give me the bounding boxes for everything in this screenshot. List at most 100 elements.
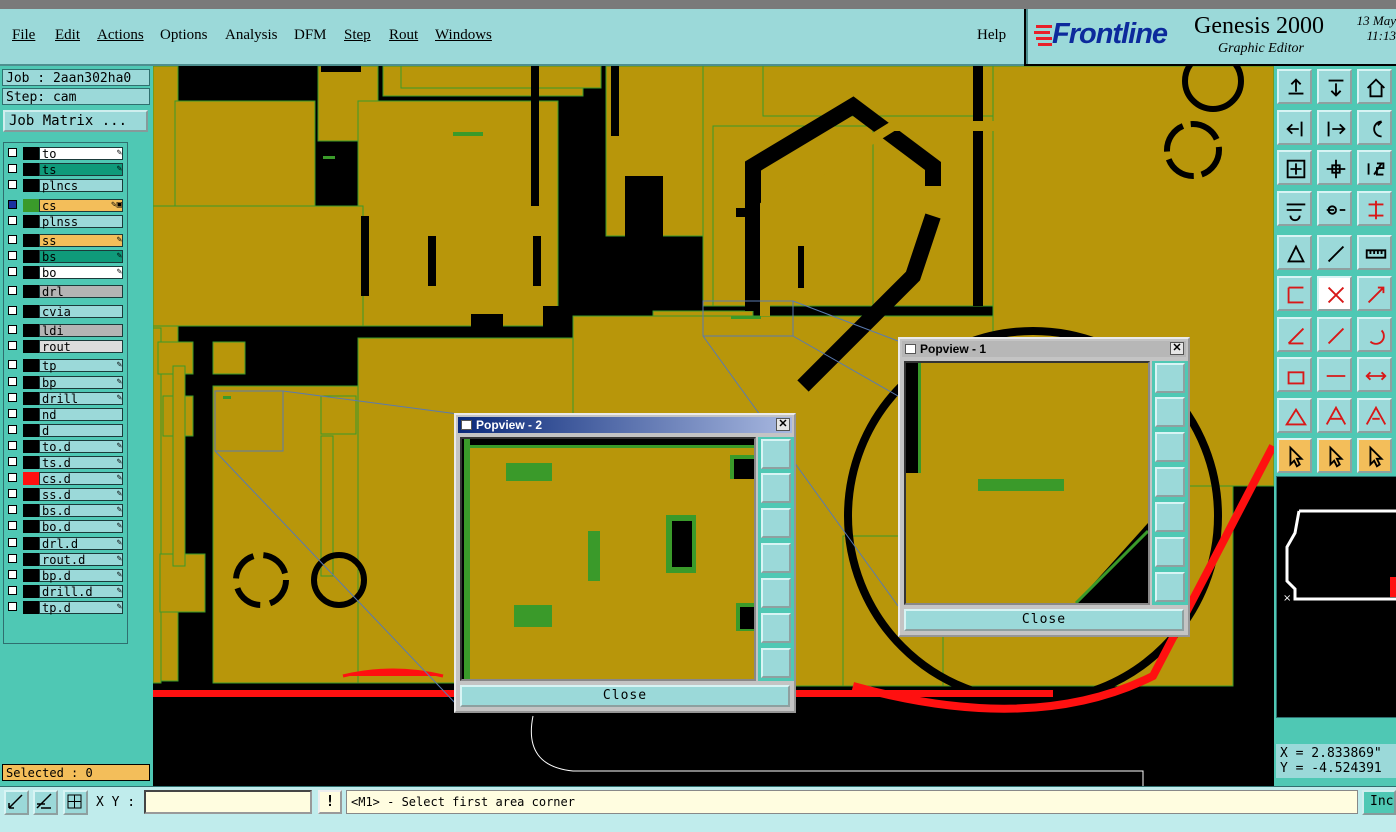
layer-color-swatch[interactable] xyxy=(23,198,39,212)
layer-name[interactable]: cs.d xyxy=(39,472,123,486)
layer-name[interactable]: drill xyxy=(39,391,123,405)
layer-name[interactable]: ss.d xyxy=(39,488,123,502)
layer-color-swatch[interactable] xyxy=(23,520,39,534)
layer-name[interactable]: drill.d xyxy=(39,584,123,598)
layer-checkbox[interactable] xyxy=(8,376,17,386)
layer-row-ss-d[interactable]: ss.d ✎ xyxy=(6,488,124,502)
layer-checkbox[interactable] xyxy=(8,408,17,418)
menu-windows[interactable]: Windows xyxy=(435,27,492,44)
layer-row-bp-d[interactable]: bp.d ✎ xyxy=(6,568,124,582)
zoom-1-2-button[interactable] xyxy=(1357,150,1392,186)
pv2-zoom-out-button[interactable] xyxy=(761,648,791,678)
zoom-fit-button[interactable] xyxy=(1277,150,1312,186)
select-rect-button[interactable] xyxy=(1277,357,1312,393)
layer-name[interactable]: d xyxy=(39,423,123,437)
pointer-box-button[interactable] xyxy=(1317,438,1352,474)
layer-color-swatch[interactable] xyxy=(23,488,39,502)
layer-row-tp[interactable]: tp ✎ xyxy=(6,359,124,373)
layer-name[interactable]: to xyxy=(39,147,123,160)
undo-view-button[interactable] xyxy=(1357,109,1392,145)
layer-row-cvia[interactable]: cvia xyxy=(6,304,124,318)
slash-line-button[interactable] xyxy=(1317,235,1352,271)
layer-checkbox[interactable] xyxy=(8,505,17,515)
layer-name[interactable]: ts.d xyxy=(39,456,123,469)
layer-name[interactable]: ts xyxy=(39,163,123,177)
layer-checkbox[interactable] xyxy=(8,234,17,244)
menu-file[interactable]: File xyxy=(12,27,35,44)
layer-color-swatch[interactable] xyxy=(23,407,39,421)
layer-checkbox[interactable] xyxy=(8,585,17,595)
layer-row-ts-d[interactable]: ts.d ✎ xyxy=(6,456,124,469)
layer-row-plncs[interactable]: plncs xyxy=(6,179,124,193)
trace-probe-button[interactable] xyxy=(1317,190,1352,226)
layer-color-swatch[interactable] xyxy=(23,324,39,337)
layer-checkbox[interactable] xyxy=(8,489,17,499)
layer-color-swatch[interactable] xyxy=(23,600,39,614)
layer-name[interactable]: ldi xyxy=(39,324,123,337)
layer-row-cs[interactable]: cs ✎▣ xyxy=(6,198,124,212)
layer-row-bs-d[interactable]: bs.d ✎ xyxy=(6,504,124,518)
pv2-pan-up-button[interactable] xyxy=(761,473,791,503)
layer-checkbox[interactable] xyxy=(8,164,17,174)
layer-name[interactable]: rout.d xyxy=(39,552,123,566)
menu-edit[interactable]: Edit xyxy=(55,27,80,44)
layer-name[interactable]: ss xyxy=(39,233,123,247)
layer-color-swatch[interactable] xyxy=(23,163,39,177)
layer-row-ss[interactable]: ss ✎ xyxy=(6,233,124,247)
layer-color-swatch[interactable] xyxy=(23,147,39,160)
layer-row-drl-d[interactable]: drl.d ✎ xyxy=(6,536,124,550)
layer-name[interactable]: tp.d xyxy=(39,600,123,614)
snap-button[interactable] xyxy=(4,790,29,815)
popview-2-titlebar[interactable]: Popview - 2 ✕ xyxy=(458,417,792,433)
arrow-node-button[interactable] xyxy=(1357,276,1392,311)
layer-row-drl[interactable]: drl xyxy=(6,285,124,299)
layer-color-swatch[interactable] xyxy=(23,359,39,373)
pan-down-button[interactable] xyxy=(1317,69,1352,104)
layer-color-swatch[interactable] xyxy=(23,472,39,486)
layer-color-swatch[interactable] xyxy=(23,266,39,280)
draw-arc-button[interactable] xyxy=(1317,316,1352,352)
pv1-zoom-out-button[interactable] xyxy=(1155,572,1185,602)
pv1-pan-right-button[interactable] xyxy=(1155,502,1185,532)
layer-row-drill[interactable]: drill ✎ xyxy=(6,391,124,405)
layer-row-bs[interactable]: bs ✎ xyxy=(6,250,124,263)
pv1-pan-up-button[interactable] xyxy=(1155,397,1185,427)
pointer-button[interactable] xyxy=(1277,438,1312,474)
draw-line-button[interactable] xyxy=(1277,316,1312,352)
layer-checkbox[interactable] xyxy=(8,457,17,466)
layer-checkbox[interactable] xyxy=(8,251,17,260)
pv1-pan-down-button[interactable] xyxy=(1155,432,1185,462)
layer-checkbox[interactable] xyxy=(8,305,17,315)
layer-color-swatch[interactable] xyxy=(23,584,39,598)
layer-row-to[interactable]: to ✎ xyxy=(6,147,124,160)
layer-checkbox[interactable] xyxy=(8,521,17,531)
layer-checkbox[interactable] xyxy=(8,440,17,450)
pv1-zoom-in-button[interactable] xyxy=(1155,537,1185,567)
layer-row-to-d[interactable]: to.d ✎ xyxy=(6,439,124,453)
pv2-pan-left-button[interactable] xyxy=(761,543,791,573)
menu-help[interactable]: Help xyxy=(977,27,1006,44)
layer-name[interactable]: bs.d xyxy=(39,504,123,518)
layer-color-swatch[interactable] xyxy=(23,552,39,566)
layer-row-rout[interactable]: rout xyxy=(6,340,124,354)
pv2-zoom-in-button[interactable] xyxy=(761,613,791,643)
pan-up-button[interactable] xyxy=(1277,69,1312,104)
layer-row-plnss[interactable]: plnss xyxy=(6,214,124,228)
layer-row-cs-d[interactable]: cs.d ✎ xyxy=(6,472,124,486)
layer-row-bo-d[interactable]: bo.d ✎ xyxy=(6,520,124,534)
menu-actions[interactable]: Actions xyxy=(97,27,144,44)
tri-red-button[interactable] xyxy=(1277,397,1312,433)
layer-name[interactable]: nd xyxy=(39,407,123,421)
menu-analysis[interactable]: Analysis xyxy=(225,27,278,44)
layer-checkbox[interactable] xyxy=(8,286,17,296)
job-matrix-button[interactable]: Job Matrix ... xyxy=(3,110,148,132)
tri-bold-button[interactable] xyxy=(1357,397,1392,433)
layer-color-swatch[interactable] xyxy=(23,456,39,469)
layer-color-swatch[interactable] xyxy=(23,504,39,518)
layer-checkbox[interactable] xyxy=(8,537,17,547)
layer-name[interactable]: bo xyxy=(39,266,123,280)
layer-checkbox[interactable] xyxy=(8,424,17,434)
layer-color-swatch[interactable] xyxy=(23,536,39,550)
layer-color-swatch[interactable] xyxy=(23,375,39,389)
popview-2-view[interactable] xyxy=(460,437,756,681)
